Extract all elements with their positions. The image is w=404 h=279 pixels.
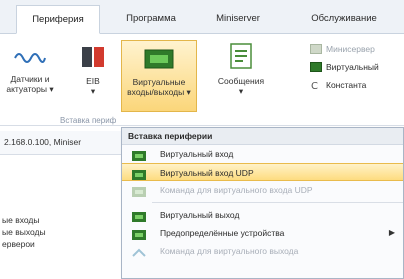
menu-item-virtual-input-udp[interactable]: Виртуальный вход UDP [122,163,403,181]
predefined-devices-icon [132,228,146,240]
menu-item-label: Команда для виртуального выхода [160,246,299,256]
menu-item-label: Предопределённые устройства [160,228,285,238]
virtual-io-label: Виртуальные входы/выходы ▾ [127,77,191,97]
list-item[interactable]: ые выходы [0,226,120,238]
virtual-input-udp-icon [132,168,146,180]
svg-text:C: C [311,81,318,90]
udp-command-icon [132,185,146,197]
ribbon-group-label: Вставка периф [60,116,117,125]
virtual-small-button[interactable]: Виртуальный [308,60,404,74]
virtual-io-icon [142,47,176,71]
constant-label: Константа [326,80,367,90]
left-tree: ые входы ые выходы ерверои [0,214,120,250]
virtual-io-button[interactable]: Виртуальные входы/выходы ▾ [121,40,197,112]
menu-item-label: Команда для виртуального входа UDP [160,185,313,195]
tab-maintenance[interactable]: Обслуживание [284,5,404,34]
eib-icon [80,44,106,70]
tab-program[interactable]: Программа [110,5,192,34]
ribbon-panel: Датчики и актуаторы ▾ EIB ▾ Виртуальные … [0,34,404,126]
wave-sensor-icon [13,46,47,68]
tab-peripherals[interactable]: Периферия [16,5,100,34]
menu-item-udp-command[interactable]: Команда для виртуального входа UDP [122,181,403,199]
menu-item-label: Виртуальный выход [160,210,240,220]
list-item[interactable]: ерверои [0,238,120,250]
virtual-io-dropdown-menu: Вставка периферии Виртуальный вход Вирту… [121,127,404,279]
menu-item-label: Виртуальный вход UDP [160,168,254,178]
constant-button[interactable]: C Константа [308,78,404,92]
virtual-small-icon [310,62,322,72]
menu-item-virtual-input[interactable]: Виртуальный вход [122,145,403,163]
messages-icon [229,42,253,70]
virtual-input-icon [132,149,146,161]
memory-icon [310,44,322,54]
tab-miniserver[interactable]: Miniserver [198,5,278,34]
menu-item-output-command[interactable]: Команда для виртуального выхода [122,242,403,260]
memory-flags-label: Минисервер [326,44,375,54]
menu-header: Вставка периферии [122,128,403,145]
miniserver-address[interactable]: 2.168.0.100, Miniser [4,137,81,147]
menu-item-predefined-devices[interactable]: Предопределённые устройства ▶ [122,224,403,242]
submenu-arrow-icon: ▶ [388,228,395,237]
virtual-small-label: Виртуальный [326,62,379,72]
memory-flags-button[interactable]: Минисервер [308,42,404,56]
menu-item-label: Виртуальный вход [160,149,234,159]
sensors-actuators-label: Датчики и актуаторы ▾ [6,74,54,94]
constant-icon: C [310,80,322,92]
list-item[interactable]: ые входы [0,214,120,226]
virtual-output-icon [132,210,146,222]
menu-separator [152,202,403,203]
ribbon-tab-strip: Периферия Программа Miniserver Обслужива… [0,0,404,34]
eib-button[interactable]: EIB ▾ [76,40,110,112]
messages-label: Сообщения ▾ [217,76,265,96]
menu-item-virtual-output[interactable]: Виртуальный выход [122,206,403,224]
sensors-actuators-button[interactable]: Датчики и актуаторы ▾ [4,40,56,112]
eib-label: EIB ▾ [86,76,100,96]
messages-button[interactable]: Сообщения ▾ [211,40,271,112]
output-command-icon [132,246,146,257]
